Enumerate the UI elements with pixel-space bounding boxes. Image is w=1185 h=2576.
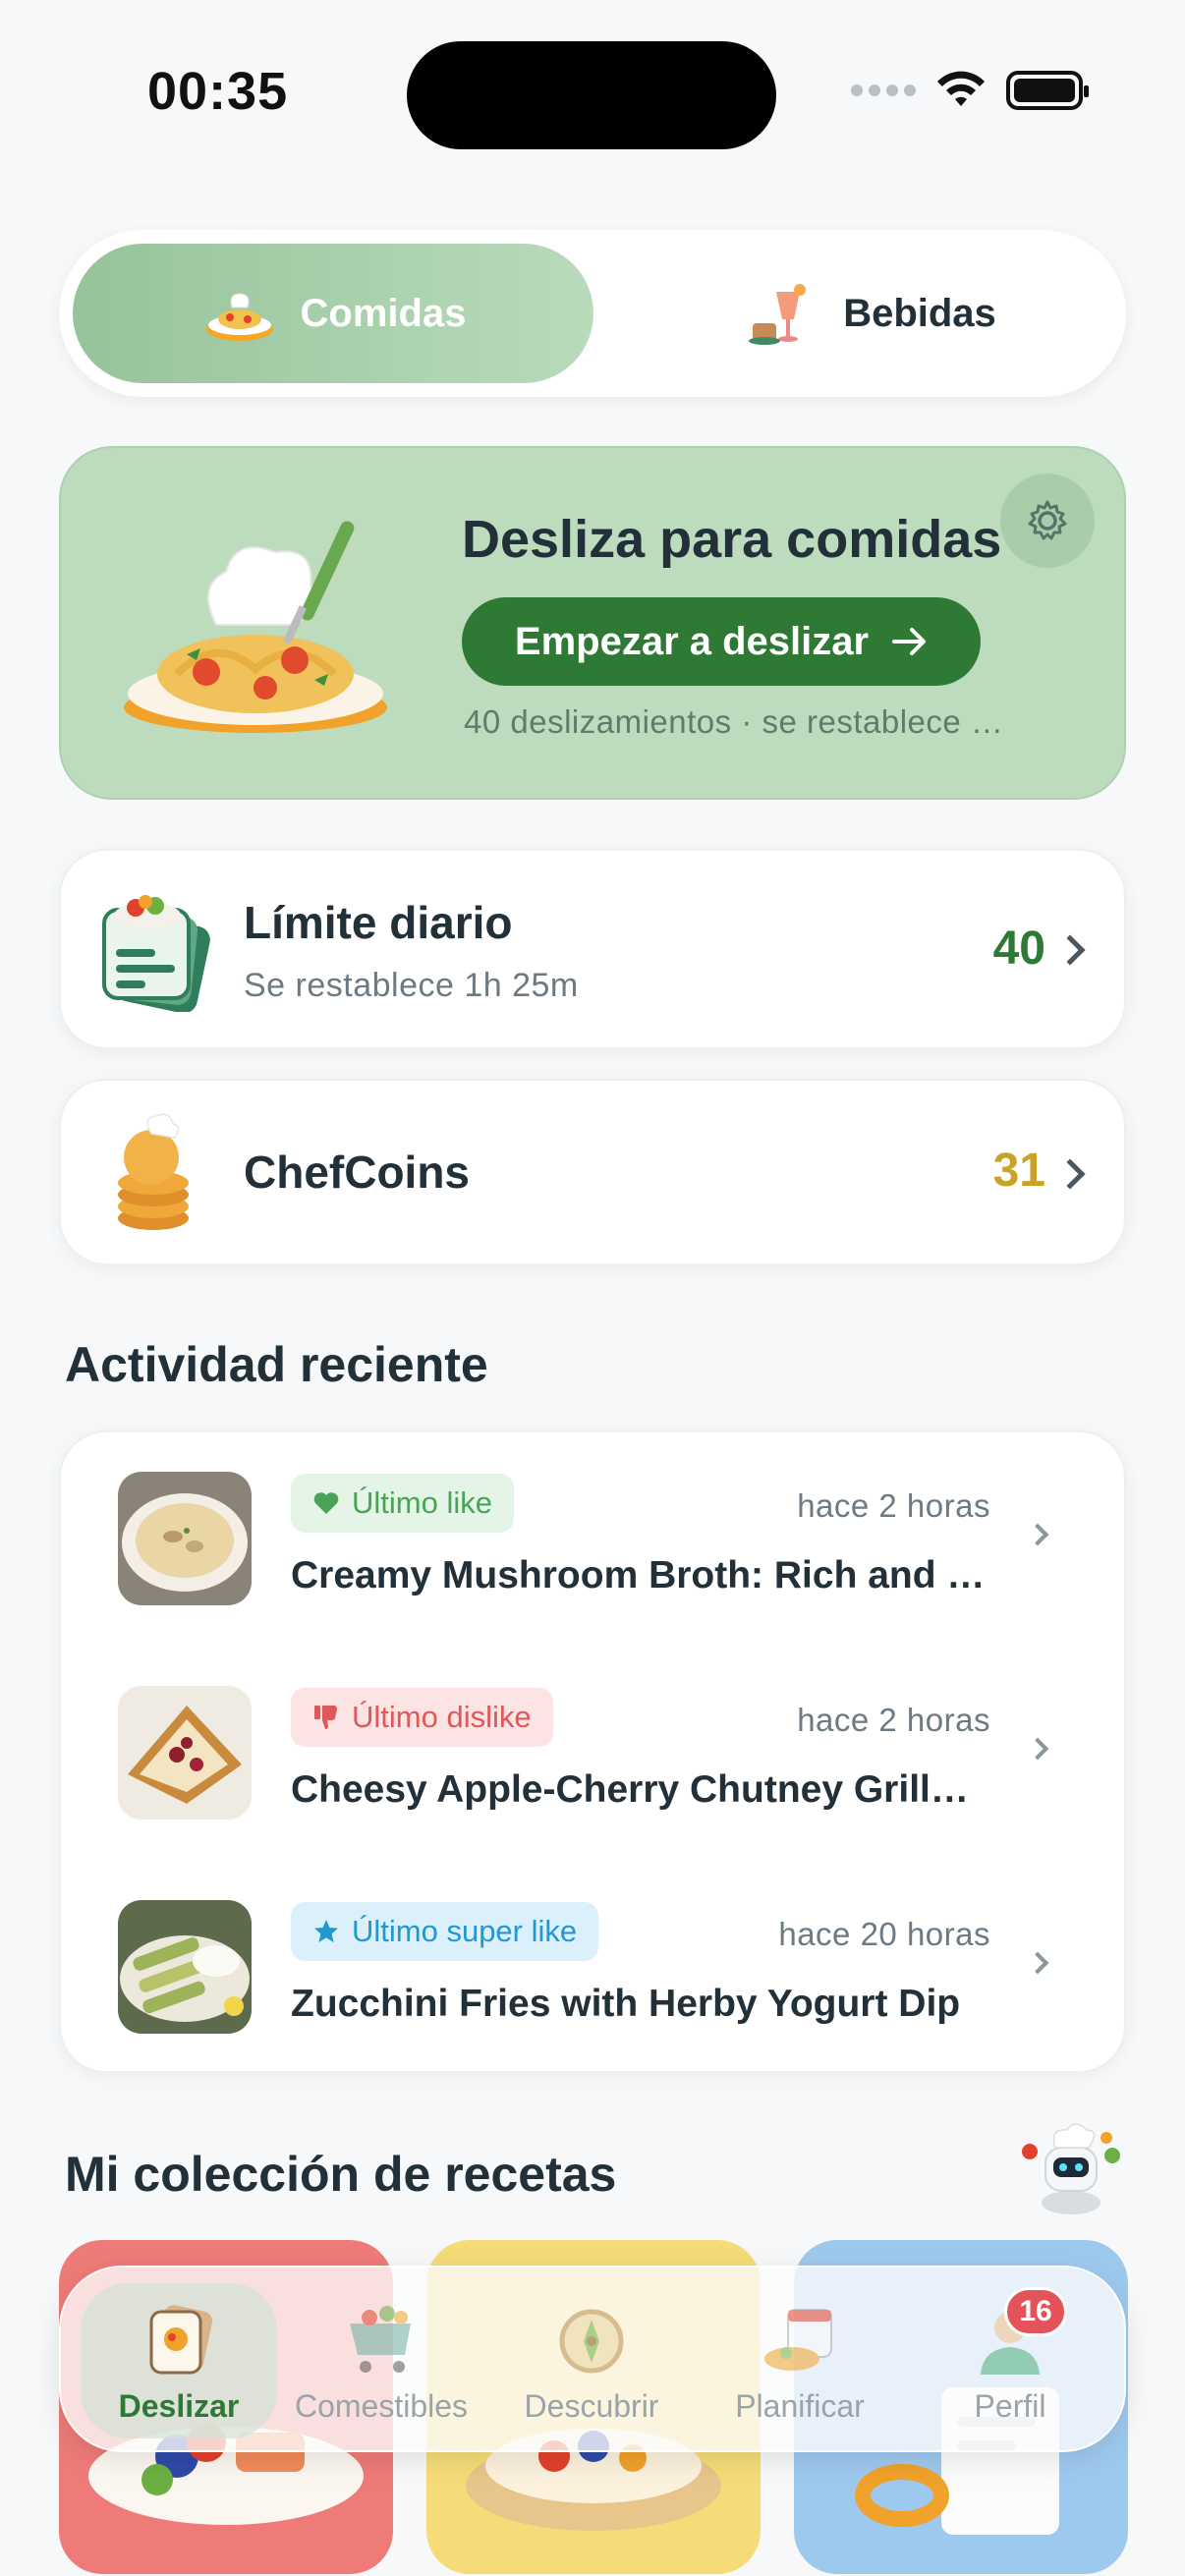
pasta-icon <box>200 274 279 353</box>
settings-button[interactable] <box>1000 474 1095 568</box>
activity-time: hace 20 horas <box>778 1916 990 1952</box>
drinks-icon <box>743 274 821 353</box>
gear-icon <box>1028 500 1067 540</box>
daily-limit-value: 40 <box>992 923 1045 975</box>
chevron-right-icon <box>1026 1951 1049 1975</box>
hero-subtitle: 40 deslizamientos · se restablece en 1h … <box>464 703 1014 740</box>
tab-comidas-label: Comidas <box>300 291 467 335</box>
hero-title: Desliza para comidas <box>462 510 1002 569</box>
zucchini-fries-thumbnail <box>118 1900 252 2034</box>
activity-row-super-like[interactable]: Último super like hace 20 horas Zucchini… <box>61 1861 1124 2057</box>
dislike-badge: Último dislike <box>291 1688 553 1747</box>
signal-icon <box>851 84 916 96</box>
grilled-cheese-thumbnail <box>118 1686 252 1820</box>
swipe-cards-icon <box>138 2298 220 2380</box>
compass-icon <box>550 2298 633 2380</box>
tab-comidas[interactable]: Comidas <box>73 244 593 383</box>
notification-badge: 16 <box>1004 2287 1067 2336</box>
activity-time: hace 2 horas <box>797 1702 990 1738</box>
nav-comestibles[interactable]: Comestibles <box>283 2283 480 2438</box>
tab-bebidas[interactable]: Bebidas <box>629 244 1110 383</box>
pasta-chef-illustration <box>118 497 403 753</box>
recent-activity-title: Actividad reciente <box>65 1337 488 1392</box>
activity-row-like[interactable]: Último like hace 2 horas Creamy Mushroom… <box>61 1432 1124 1629</box>
collection-title: Mi colección de recetas <box>65 2147 617 2202</box>
daily-limit-card[interactable]: Límite diario Se restablece 1h 25m 40 <box>59 849 1126 1049</box>
nav-planificar-label: Planificar <box>735 2388 865 2424</box>
dynamic-island <box>407 41 776 149</box>
nav-perfil-label: Perfil <box>974 2388 1046 2424</box>
thumbs-down-icon <box>314 1706 337 1729</box>
daily-limit-subtitle: Se restablece 1h 25m <box>244 967 579 1004</box>
chevron-right-icon <box>1054 1158 1086 1190</box>
swipe-hero-card: Desliza para comidas Empezar a deslizar … <box>59 446 1126 800</box>
chefcoins-icon <box>112 1110 195 1239</box>
grocery-cart-icon <box>340 2298 423 2380</box>
nav-planificar[interactable]: Planificar <box>702 2283 898 2438</box>
mode-toggle: Comidas Bebidas <box>59 230 1126 397</box>
chevron-right-icon <box>1026 1737 1049 1761</box>
heart-icon <box>313 1492 339 1514</box>
like-badge: Último like <box>291 1474 514 1533</box>
activity-recipe-name: Creamy Mushroom Broth: Rich and Velvety <box>291 1554 988 1596</box>
activity-recipe-name: Zucchini Fries with Herby Yogurt Dip <box>291 1983 961 2025</box>
super-like-badge: Último super like <box>291 1902 599 1961</box>
activity-recipe-name: Cheesy Apple-Cherry Chutney Grilled Chee… <box>291 1768 988 1811</box>
start-swiping-button[interactable]: Empezar a deslizar <box>462 597 981 686</box>
wifi-icon <box>937 71 985 106</box>
chefcoins-value: 31 <box>992 1145 1045 1197</box>
start-swiping-label: Empezar a deslizar <box>514 619 870 663</box>
tab-bebidas-label: Bebidas <box>843 291 996 335</box>
status-icons <box>851 71 1089 110</box>
chefcoins-title: ChefCoins <box>244 1147 470 1198</box>
status-time: 00:35 <box>147 62 289 121</box>
nav-deslizar[interactable]: Deslizar <box>81 2283 277 2438</box>
nav-descubrir-label: Descubrir <box>524 2388 659 2424</box>
arrow-right-icon <box>892 628 927 655</box>
nav-comestibles-label: Comestibles <box>294 2388 469 2424</box>
mushroom-broth-thumbnail <box>118 1472 252 1605</box>
star-icon <box>314 1920 338 1942</box>
recent-activity-card: Último like hace 2 horas Creamy Mushroom… <box>59 1430 1126 2073</box>
robot-chef-icon[interactable] <box>1016 2108 1126 2218</box>
nav-descubrir[interactable]: Descubrir <box>493 2283 690 2438</box>
chevron-right-icon <box>1026 1523 1049 1546</box>
chefcoins-card[interactable]: ChefCoins 31 <box>59 1079 1126 1265</box>
chevron-right-icon <box>1054 934 1086 966</box>
daily-limit-title: Límite diario <box>244 897 513 948</box>
battery-icon <box>1006 71 1089 110</box>
activity-row-dislike[interactable]: Último dislike hace 2 horas Cheesy Apple… <box>61 1647 1124 1843</box>
bottom-nav: Deslizar Comestibles Descubrir Planifica… <box>59 2266 1126 2452</box>
nav-perfil[interactable]: Perfil 16 <box>912 2283 1108 2438</box>
activity-time: hace 2 horas <box>797 1487 990 1524</box>
calendar-icon <box>759 2298 841 2380</box>
nav-deslizar-label: Deslizar <box>118 2388 240 2424</box>
recipe-cards-icon <box>100 890 216 1017</box>
